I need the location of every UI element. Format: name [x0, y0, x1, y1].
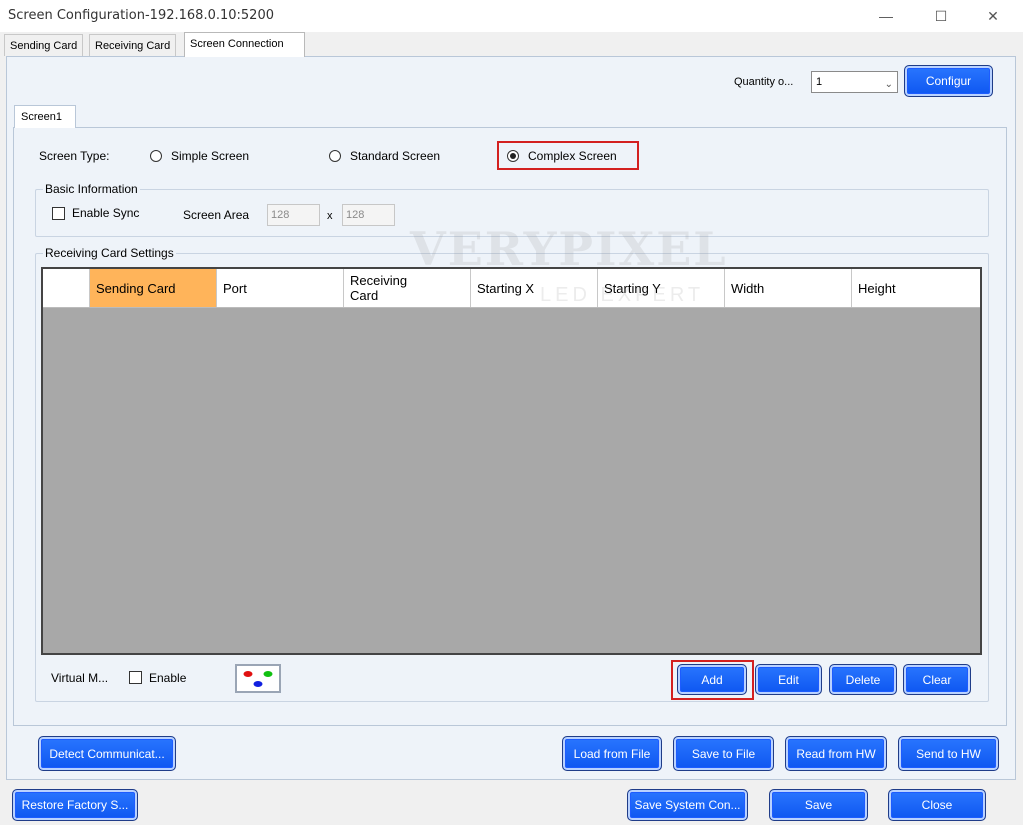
add-button[interactable]: Add — [677, 664, 747, 695]
standard-screen-radio[interactable] — [329, 150, 341, 162]
tab-screen-connection[interactable]: Screen Connection — [184, 32, 305, 57]
basic-information-title: Basic Information — [43, 182, 140, 196]
delete-button[interactable]: Delete — [829, 664, 897, 695]
column-header-starting-x[interactable]: Starting X — [471, 269, 598, 307]
virtual-enable-checkbox[interactable] — [129, 671, 142, 684]
read-from-hw-button[interactable]: Read from HW — [785, 736, 887, 771]
tab-screen1[interactable]: Screen1 — [14, 105, 76, 128]
minimize-button[interactable]: — — [863, 0, 909, 32]
virtual-pixel-icon[interactable] — [235, 664, 281, 693]
table-header: Sending Card Port Receiving Card Startin… — [43, 269, 980, 308]
maximize-icon: ☐ — [934, 7, 948, 24]
rgb-dots-icon — [243, 671, 273, 687]
simple-screen-radio[interactable] — [150, 150, 162, 162]
close-window-button[interactable]: ✕ — [970, 0, 1016, 32]
clear-button[interactable]: Clear — [903, 664, 971, 695]
tab-sending-card[interactable]: Sending Card — [4, 34, 84, 56]
column-header-index[interactable] — [43, 269, 90, 307]
receiving-card-settings-title: Receiving Card Settings — [43, 246, 176, 260]
area-separator: x — [327, 210, 333, 222]
screen-area-label: Screen Area — [183, 208, 250, 222]
column-header-port[interactable]: Port — [217, 269, 344, 307]
load-from-file-button[interactable]: Load from File — [562, 736, 662, 771]
column-header-width[interactable]: Width — [725, 269, 852, 307]
simple-screen-label[interactable]: Simple Screen — [171, 149, 249, 163]
column-header-starting-y[interactable]: Starting Y — [598, 269, 725, 307]
configure-button[interactable]: Configur — [904, 65, 993, 97]
column-header-height[interactable]: Height — [852, 269, 980, 307]
minimize-icon: — — [879, 8, 893, 24]
quantity-label: Quantity o... — [734, 76, 794, 88]
complex-screen-label[interactable]: Complex Screen — [528, 149, 617, 163]
detect-communication-button[interactable]: Detect Communicat... — [38, 736, 176, 771]
virtual-enable-label[interactable]: Enable — [149, 671, 186, 685]
quantity-select[interactable]: 1 ⌄ — [811, 71, 898, 93]
column-header-receiving-card[interactable]: Receiving Card — [344, 269, 471, 307]
screen-height-input[interactable]: 128 — [342, 204, 395, 226]
enable-sync-label[interactable]: Enable Sync — [72, 206, 139, 220]
tab-receiving-card[interactable]: Receiving Card — [89, 34, 177, 56]
screen-width-input[interactable]: 128 — [267, 204, 320, 226]
complex-screen-radio[interactable] — [507, 150, 519, 162]
send-to-hw-button[interactable]: Send to HW — [898, 736, 999, 771]
restore-factory-settings-button[interactable]: Restore Factory S... — [12, 789, 138, 821]
window-title: Screen Configuration-192.168.0.10:5200 — [8, 8, 274, 23]
chevron-down-icon: ⌄ — [884, 79, 893, 90]
save-button[interactable]: Save — [769, 789, 868, 821]
close-icon: ✕ — [987, 7, 999, 24]
receiving-card-table[interactable]: Sending Card Port Receiving Card Startin… — [41, 267, 982, 655]
basic-information-group — [35, 189, 989, 237]
edit-button[interactable]: Edit — [755, 664, 822, 695]
save-to-file-button[interactable]: Save to File — [673, 736, 774, 771]
standard-screen-label[interactable]: Standard Screen — [350, 149, 440, 163]
close-button[interactable]: Close — [888, 789, 986, 821]
screen-type-label: Screen Type: — [39, 149, 110, 163]
quantity-value: 1 — [816, 76, 823, 88]
save-system-config-button[interactable]: Save System Con... — [627, 789, 748, 821]
enable-sync-checkbox[interactable] — [52, 207, 65, 220]
virtual-mode-label: Virtual M... — [51, 671, 109, 685]
title-bar: Screen Configuration-192.168.0.10:5200 —… — [0, 0, 1023, 32]
maximize-button[interactable]: ☐ — [918, 0, 964, 32]
column-header-sending-card[interactable]: Sending Card — [90, 269, 217, 307]
